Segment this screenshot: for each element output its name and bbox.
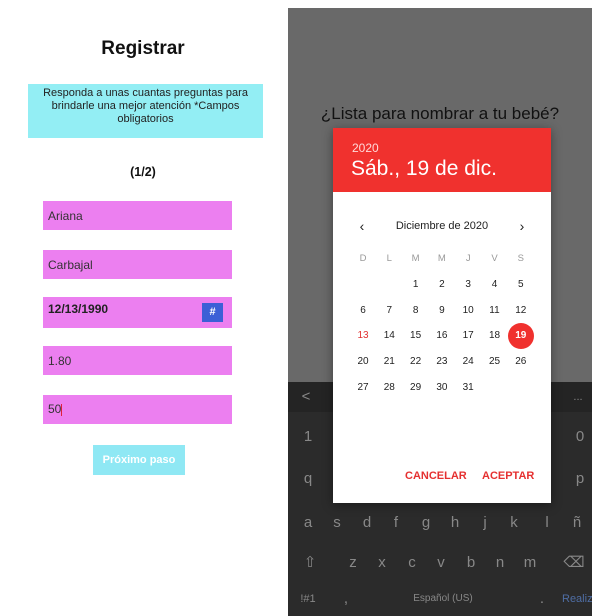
key-f[interactable]: f	[384, 506, 408, 540]
calendar-day[interactable]: 27	[350, 375, 376, 401]
weekday-header: M	[437, 253, 446, 264]
date-picker-dialog: 2020 Sáb., 19 de dic. ‹ Diciembre de 202…	[333, 128, 551, 503]
key-d[interactable]: d	[355, 506, 379, 540]
next-step-button[interactable]: Próximo paso	[93, 445, 185, 475]
date-picker-screen: ¿Lista para nombrar a tu bebé? < ... 1 0…	[288, 8, 592, 616]
keyboard-row-4: !#1 , Español (US) . Realiz...	[288, 582, 592, 616]
cancel-button[interactable]: CANCELAR	[405, 470, 467, 482]
calendar-day[interactable]: 11	[482, 298, 508, 324]
selected-date: Sáb., 19 de dic.	[351, 157, 497, 180]
date-picker-header: 2020 Sáb., 19 de dic.	[333, 128, 551, 192]
weekday-header: D	[359, 253, 367, 264]
text-cursor	[61, 403, 63, 416]
key-j[interactable]: j	[473, 506, 497, 540]
weekday-header: J	[465, 253, 471, 264]
keyboard-row-3: ⇧ z x c v b n m ⌫	[288, 546, 592, 580]
backspace-key[interactable]: ⌫	[562, 546, 586, 580]
key-s[interactable]: s	[325, 506, 349, 540]
birth-date-value: 12/13/1990	[48, 302, 109, 316]
calendar-day[interactable]: 14	[376, 323, 402, 349]
calendar-day[interactable]: 1	[403, 272, 429, 298]
calendar-day[interactable]: 10	[455, 298, 481, 324]
calendar-day[interactable]: 16	[429, 323, 455, 349]
calendar-day[interactable]: 5	[508, 272, 534, 298]
key-x[interactable]: x	[370, 546, 394, 580]
accept-button[interactable]: ACEPTAR	[482, 470, 534, 482]
first-name-field[interactable]	[43, 201, 232, 230]
key-a[interactable]: a	[296, 506, 320, 540]
last-name-field[interactable]	[43, 250, 232, 279]
height-field[interactable]	[43, 346, 232, 375]
calendar-day[interactable]: 7	[376, 298, 402, 324]
calendar-day[interactable]: 8	[403, 298, 429, 324]
registration-screen: Registrar Responda a unas cuantas pregun…	[0, 0, 286, 616]
chevron-right-icon[interactable]: ›	[512, 218, 532, 234]
calendar-day[interactable]: 25	[482, 349, 508, 375]
key-n-tilde[interactable]: ñ	[565, 506, 589, 540]
screen-title: ¿Lista para nombrar a tu bebé?	[320, 104, 560, 123]
calendar-day-selected[interactable]: 19	[507, 323, 534, 350]
keyboard-row-2: a s d f g h j k l ñ	[288, 506, 592, 540]
month-label: Diciembre de 2020	[395, 220, 489, 232]
calendar-day[interactable]: 12	[508, 298, 534, 324]
calendar-day[interactable]: 3	[455, 272, 481, 298]
calendar-day[interactable]: 2	[429, 272, 455, 298]
calendar-day[interactable]: 29	[403, 375, 429, 401]
step-indicator: (1/2)	[130, 165, 156, 179]
key-v[interactable]: v	[429, 546, 453, 580]
calendar-day[interactable]: 13	[350, 323, 376, 349]
calendar-day[interactable]: 4	[482, 272, 508, 298]
page-title: Registrar	[101, 38, 185, 59]
key-l[interactable]: l	[535, 506, 559, 540]
screenshot-root: Registrar Responda a unas cuantas pregun…	[0, 0, 599, 616]
weekday-header: M	[411, 253, 420, 264]
keyboard-back-key[interactable]: <	[294, 380, 318, 414]
calendar-day[interactable]: 30	[429, 375, 455, 401]
chevron-left-icon[interactable]: ‹	[352, 218, 372, 234]
key-q[interactable]: q	[296, 462, 320, 496]
calendar-day[interactable]: 23	[429, 349, 455, 375]
calendar-day[interactable]: 17	[455, 323, 481, 349]
intro-banner: Responda a unas cuantas preguntas para b…	[28, 84, 263, 138]
calendar-day[interactable]: 18	[482, 323, 508, 349]
key-b[interactable]: b	[459, 546, 483, 580]
symbols-key[interactable]: !#1	[296, 582, 320, 616]
key-1[interactable]: 1	[296, 420, 320, 454]
key-0[interactable]: 0	[568, 420, 592, 454]
weekday-header: L	[386, 253, 392, 264]
calendar-day[interactable]: 31	[455, 375, 481, 401]
selected-year[interactable]: 2020	[352, 141, 379, 155]
calendar-day[interactable]: 28	[376, 375, 402, 401]
key-c[interactable]: c	[400, 546, 424, 580]
calendar-day[interactable]: 9	[429, 298, 455, 324]
key-p[interactable]: p	[568, 462, 592, 496]
keyboard-more-key[interactable]: ...	[566, 380, 590, 414]
calendar-day[interactable]: 26	[508, 349, 534, 375]
period-key[interactable]: .	[530, 582, 554, 616]
weekday-header: S	[517, 253, 524, 264]
weekday-header: V	[491, 253, 498, 264]
calendar-day[interactable]: 15	[403, 323, 429, 349]
key-k[interactable]: k	[502, 506, 526, 540]
key-n[interactable]: n	[488, 546, 512, 580]
key-h[interactable]: h	[443, 506, 467, 540]
calendar-day[interactable]: 22	[403, 349, 429, 375]
calendar-day[interactable]: 21	[376, 349, 402, 375]
key-g[interactable]: g	[414, 506, 438, 540]
space-key[interactable]: Español (US)	[354, 582, 532, 616]
birth-date-field[interactable]: 12/13/1990 #	[43, 297, 232, 328]
shift-key[interactable]: ⇧	[298, 546, 322, 580]
calendar-day[interactable]: 24	[455, 349, 481, 375]
calendar-day[interactable]: 6	[350, 298, 376, 324]
calendar-day[interactable]: 20	[350, 349, 376, 375]
key-m[interactable]: m	[518, 546, 542, 580]
weight-field[interactable]: 50	[43, 395, 232, 424]
done-key[interactable]: Realiz...	[562, 582, 592, 616]
key-z[interactable]: z	[341, 546, 365, 580]
date-picker-button[interactable]: #	[202, 303, 223, 322]
weight-value: 50	[48, 402, 62, 416]
